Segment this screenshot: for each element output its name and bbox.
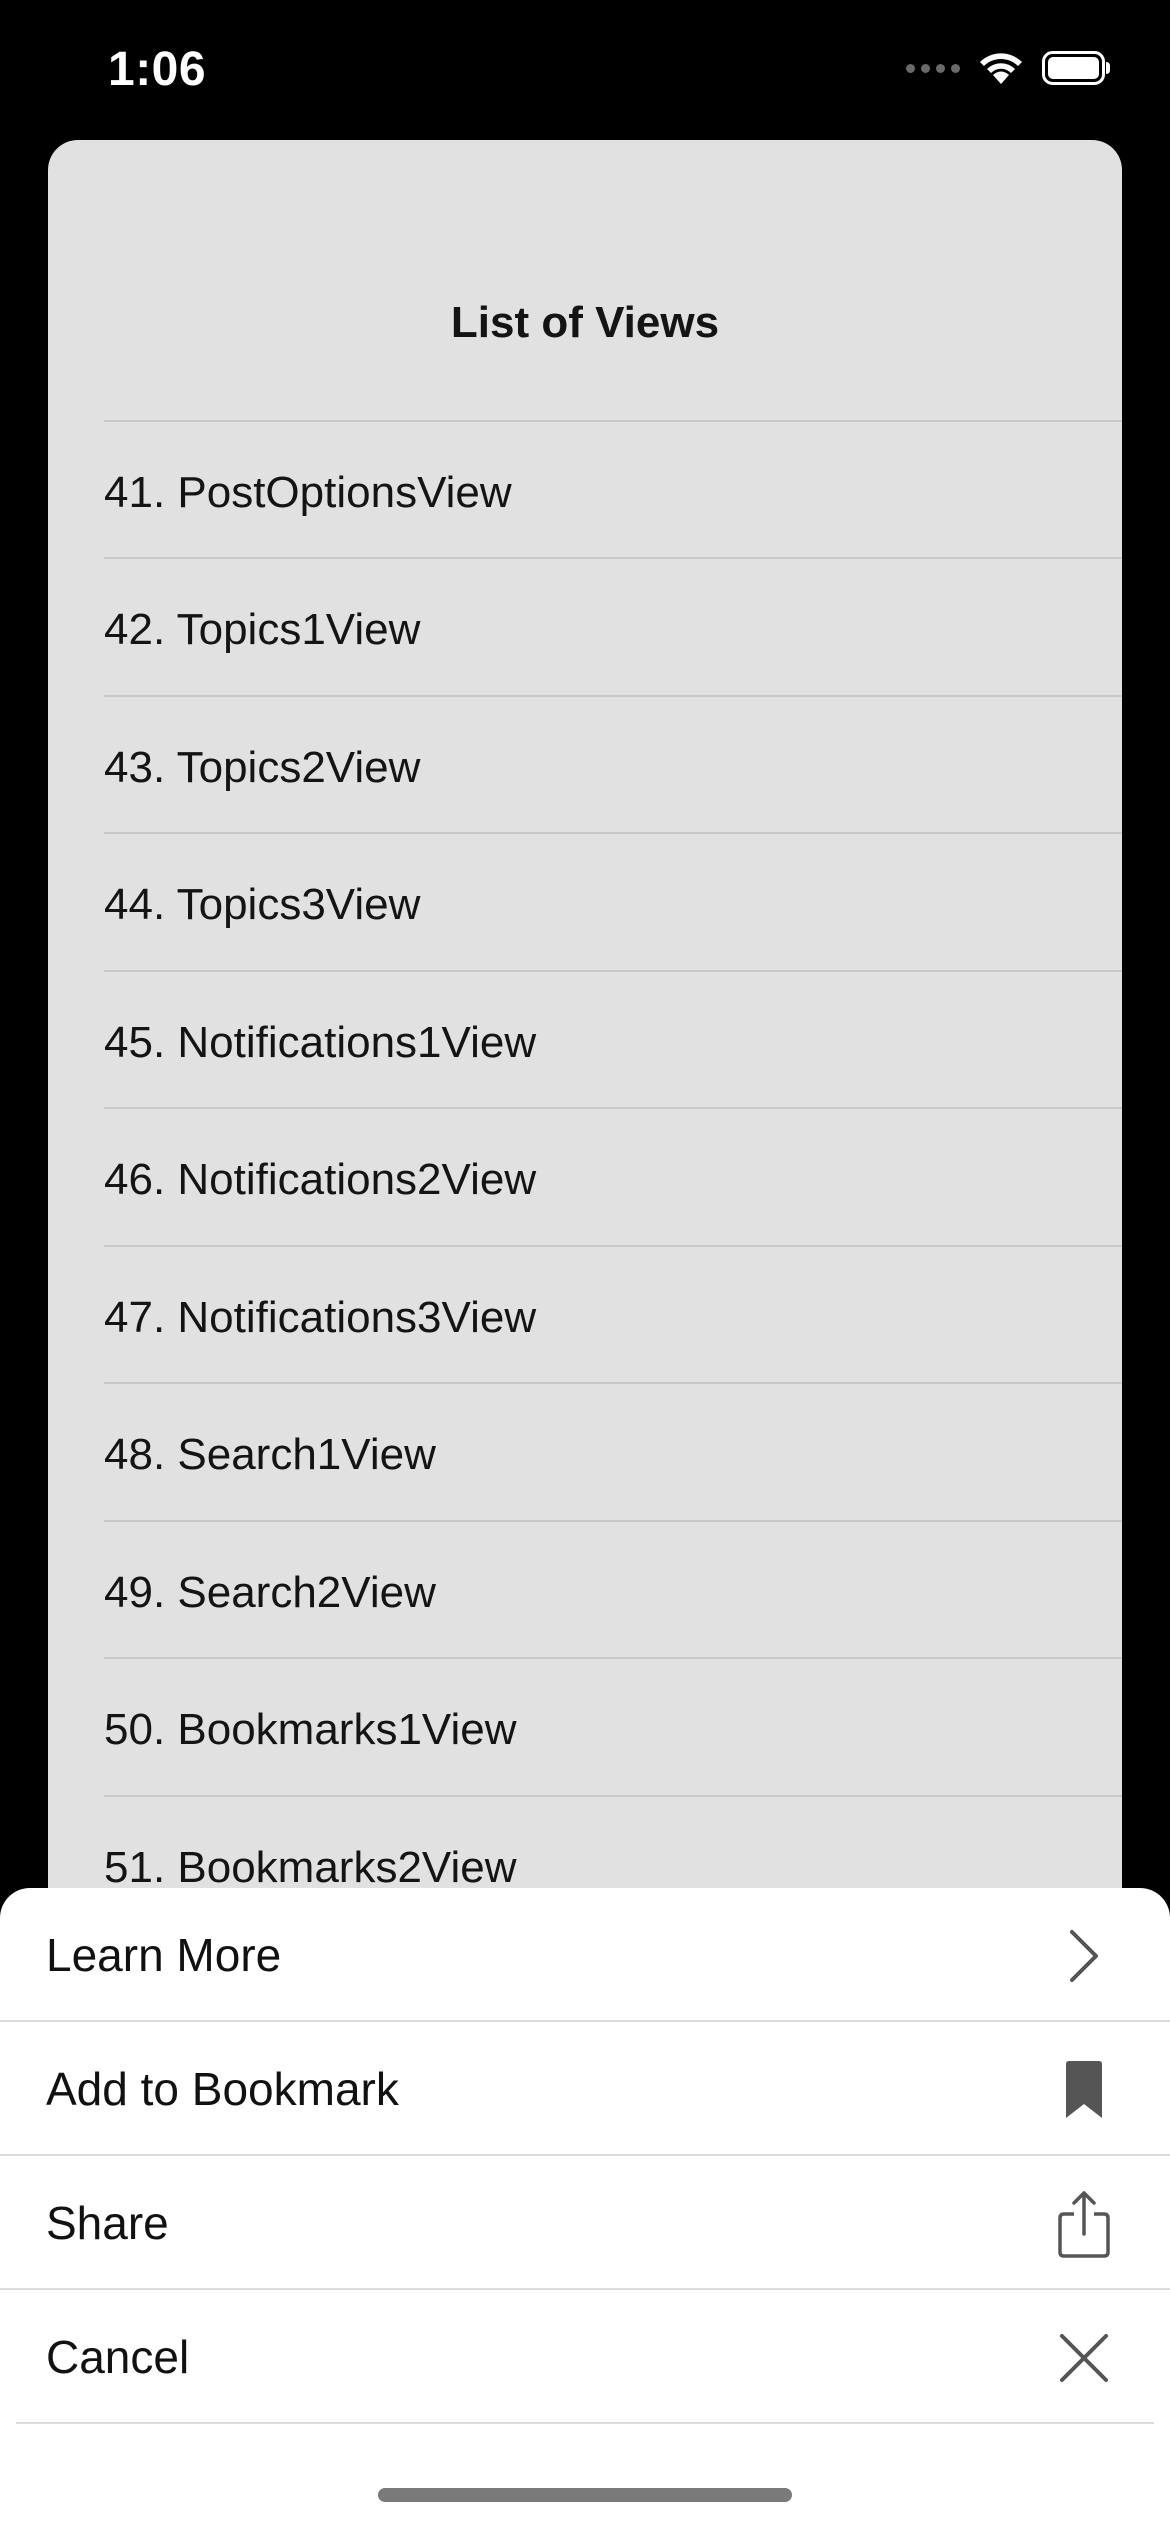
list-item-label: 51. Bookmarks2View	[104, 1842, 517, 1892]
list-item[interactable]: 45. Notifications1View	[104, 972, 1122, 1109]
chevron-right-icon	[1048, 1920, 1120, 1992]
cancel-label: Cancel	[46, 2331, 190, 2383]
learn-more-button[interactable]: Learn More	[0, 1888, 1170, 2022]
list-item-label: 47. Notifications3View	[104, 1292, 537, 1342]
list-item-label: 48. Search1View	[104, 1430, 436, 1479]
share-button[interactable]: Share	[0, 2156, 1170, 2290]
close-icon	[1048, 2322, 1120, 2394]
list-item[interactable]: 49. Search2View	[104, 1522, 1122, 1659]
list-item[interactable]: 41. PostOptionsView	[104, 422, 1122, 559]
status-icons	[906, 50, 1112, 86]
list-item[interactable]: 48. Search1View	[104, 1384, 1122, 1522]
page-title: List of Views	[450, 298, 720, 347]
wifi-icon	[980, 53, 1022, 84]
list-item-label: 42. Topics1View	[104, 605, 421, 654]
add-to-bookmark-label: Add to Bookmark	[46, 2063, 399, 2115]
status-time: 1:06	[108, 43, 207, 96]
list-item-label: 46. Notifications2View	[104, 1155, 537, 1204]
home-indicator	[378, 2488, 792, 2502]
list-item-label: 45. Notifications1View	[104, 1017, 537, 1067]
list-item-label: 43. Topics2View	[104, 742, 421, 792]
views-list-card: List of Views 40. Post3DTouchView 41. Pos…	[48, 140, 1122, 1960]
list-item[interactable]: 42. Topics1View	[104, 559, 1122, 697]
share-label: Share	[46, 2197, 169, 2249]
battery-icon	[1042, 51, 1110, 85]
list-item-label: 41. PostOptionsView	[104, 467, 512, 517]
views-list[interactable]: 40. Post3DTouchView 41. PostOptionsView 42…	[48, 384, 1122, 1960]
list-item[interactable]: 44. Topics3View	[104, 834, 1122, 972]
list-item[interactable]: 50. Bookmarks1View	[104, 1659, 1122, 1797]
list-item[interactable]: 47. Notifications3View	[104, 1247, 1122, 1384]
add-to-bookmark-button[interactable]: Add to Bookmark	[0, 2022, 1170, 2156]
list-item-label: 49. Search2View	[104, 1567, 436, 1617]
list-item-label: 50. Bookmarks1View	[104, 1705, 517, 1754]
divider	[16, 2422, 1154, 2424]
status-bar: 1:06	[0, 0, 1170, 140]
bookmark-icon	[1048, 2054, 1120, 2126]
list-item[interactable]: 40. Post3DTouchView	[104, 384, 1122, 422]
cellular-signal-icon	[906, 63, 960, 73]
share-icon	[1048, 2188, 1120, 2260]
action-sheet: Learn More Add to Bookmark Share Cancel	[0, 1888, 1170, 2532]
list-item[interactable]: 46. Notifications2View	[104, 1109, 1122, 1247]
views-list-content: 40. Post3DTouchView 41. PostOptionsView 42…	[48, 384, 1122, 1934]
cancel-button[interactable]: Cancel	[0, 2290, 1170, 2424]
list-item-label: 44. Topics3View	[104, 880, 421, 929]
list-item[interactable]: 43. Topics2View	[104, 697, 1122, 834]
learn-more-label: Learn More	[46, 1929, 282, 1981]
